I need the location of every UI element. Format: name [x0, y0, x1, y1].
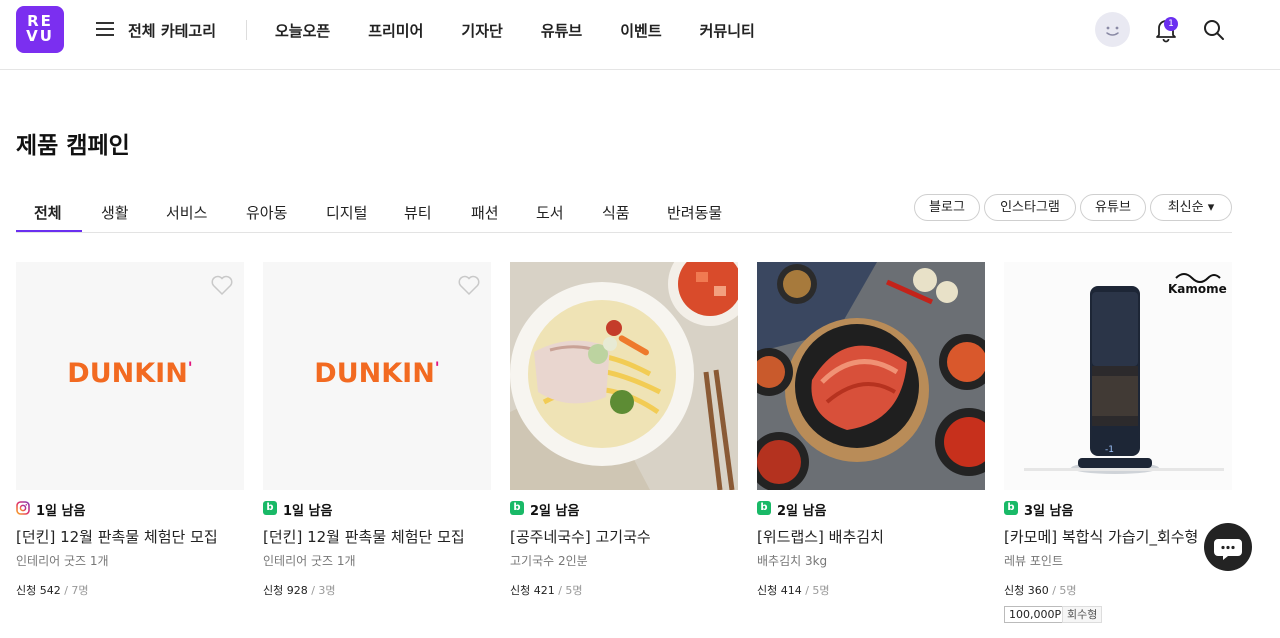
card-meta: 1일 남음: [16, 500, 244, 520]
campaign-thumbnail: DUNKIN': [16, 262, 244, 490]
logo-text-bottom: VU: [26, 27, 54, 45]
humidifier-image: -1: [1004, 262, 1232, 490]
tab-books[interactable]: 도서: [536, 202, 564, 223]
filter-youtube[interactable]: 유튜브: [1080, 194, 1146, 221]
active-tab-indicator: [16, 230, 82, 232]
applicant-count: 신청 928 / 3명: [263, 584, 336, 597]
days-left: 2일 남음: [777, 504, 827, 519]
return-type-tag: 회수형: [1062, 606, 1103, 623]
all-category-button[interactable]: 전체 카테고리: [128, 20, 216, 41]
filter-blog[interactable]: 블로그: [914, 194, 980, 221]
card-meta: b 2일 남음: [510, 500, 738, 520]
campaign-thumbnail: -1 Kamome: [1004, 262, 1232, 490]
campaign-offer: 레뷰 포인트: [1004, 554, 1064, 568]
header-divider: [246, 20, 247, 40]
profile-avatar[interactable]: [1095, 12, 1130, 47]
heart-icon[interactable]: [457, 274, 481, 296]
top-header: RE VU 전체 카테고리 오늘오픈 프리미어 기자단 유튜브 이벤트 커뮤니티…: [0, 0, 1280, 70]
kamome-logo: Kamome: [1168, 282, 1227, 296]
campaign-thumbnail: DUNKIN': [263, 262, 491, 490]
tab-beauty[interactable]: 뷰티: [404, 202, 432, 223]
card-meta: b 3일 남음: [1004, 500, 1232, 520]
card-meta: b 1일 남음: [263, 500, 491, 520]
tab-digital[interactable]: 디지털: [326, 202, 367, 223]
days-left: 1일 남음: [283, 504, 333, 519]
blog-icon: b: [263, 501, 277, 515]
nav-item-youtube[interactable]: 유튜브: [541, 20, 582, 41]
dunkin-logo: DUNKIN': [314, 358, 440, 389]
blog-icon: b: [510, 501, 524, 515]
applicant-count: 신청 360 / 5명: [1004, 584, 1077, 597]
category-tabs: 전체 생활 서비스 유아동 디지털 뷰티 패션 도서 식품 반려동물 블로그 인…: [16, 192, 1232, 233]
applicant-count: 신청 421 / 5명: [510, 584, 583, 597]
chat-bubble-icon: [1214, 539, 1242, 560]
days-left: 2일 남음: [530, 504, 580, 519]
campaign-thumbnail: [510, 262, 738, 490]
blog-icon: b: [757, 501, 771, 515]
days-left: 1일 남음: [36, 504, 86, 519]
tab-pets[interactable]: 반려동물: [667, 202, 722, 223]
notification-count-badge: 1: [1164, 17, 1178, 31]
days-left: 3일 남음: [1024, 504, 1074, 519]
sort-dropdown[interactable]: 최신순 ▾: [1150, 194, 1232, 221]
tab-service[interactable]: 서비스: [166, 202, 207, 223]
tab-food[interactable]: 식품: [602, 202, 630, 223]
noodle-soup-image: [510, 262, 738, 490]
svg-text:-1: -1: [1105, 445, 1114, 455]
heart-icon[interactable]: [210, 274, 234, 296]
campaign-thumbnail: [757, 262, 985, 490]
campaign-title[interactable]: [던킨] 12월 판촉물 체험단 모집: [263, 526, 503, 547]
nav-item-premier[interactable]: 프리미어: [368, 20, 423, 41]
applicant-count: 신청 414 / 5명: [757, 584, 830, 597]
hamburger-menu-icon[interactable]: [96, 22, 114, 36]
point-tag: 100,000P: [1004, 606, 1067, 623]
chat-button[interactable]: [1204, 523, 1252, 571]
tab-kids[interactable]: 유아동: [246, 202, 287, 223]
instagram-icon: [16, 501, 30, 515]
card-meta: b 2일 남음: [757, 500, 985, 520]
dunkin-logo: DUNKIN': [67, 358, 193, 389]
nav-item-reporters[interactable]: 기자단: [461, 20, 502, 41]
tab-all[interactable]: 전체: [34, 202, 62, 223]
campaign-offer: 고기국수 2인분: [510, 554, 588, 568]
campaign-title[interactable]: [위드랩스] 배추김치: [757, 526, 997, 547]
nav-item-community[interactable]: 커뮤니티: [700, 20, 755, 41]
nav-item-today-open[interactable]: 오늘오픈: [275, 20, 330, 41]
campaign-title[interactable]: [공주네국수] 고기국수: [510, 526, 750, 547]
campaign-offer: 인테리어 굿즈 1개: [16, 554, 109, 568]
search-icon[interactable]: [1202, 18, 1226, 42]
tab-living[interactable]: 생활: [101, 202, 129, 223]
campaign-offer: 배추김치 3kg: [757, 554, 828, 568]
kimchi-image: [757, 262, 985, 490]
campaign-title[interactable]: [던킨] 12월 판촉물 체험단 모집: [16, 526, 256, 547]
page-title: 제품 캠페인: [16, 133, 130, 159]
global-nav: 오늘오픈 프리미어 기자단 유튜브 이벤트 커뮤니티: [275, 20, 793, 41]
tab-fashion[interactable]: 패션: [471, 202, 499, 223]
revu-logo[interactable]: RE VU: [16, 6, 64, 53]
blog-icon: b: [1004, 501, 1018, 515]
campaign-offer: 인테리어 굿즈 1개: [263, 554, 356, 568]
applicant-count: 신청 542 / 7명: [16, 584, 89, 597]
filter-instagram[interactable]: 인스타그램: [984, 194, 1076, 221]
nav-item-event[interactable]: 이벤트: [620, 20, 661, 41]
